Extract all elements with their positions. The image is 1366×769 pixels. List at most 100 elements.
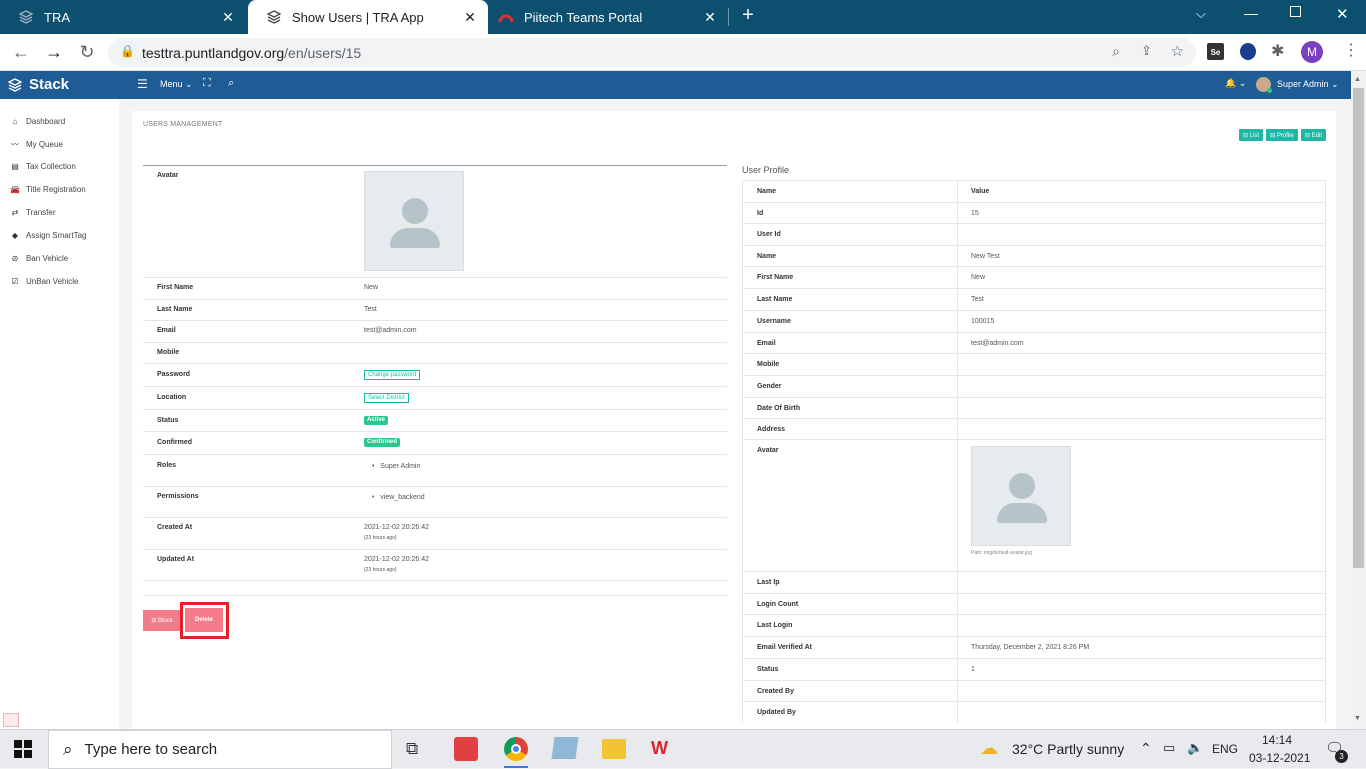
- bookmark-star-icon[interactable]: ☆: [1171, 42, 1184, 60]
- profile-button[interactable]: ⊟ Profile: [1266, 129, 1298, 141]
- menu-label: Menu: [160, 79, 183, 89]
- tray-chevron-up-icon[interactable]: ⌃: [1140, 740, 1152, 757]
- kebab-menu-icon[interactable]: ⋮: [1343, 40, 1359, 60]
- chevron-down-icon[interactable]: ⌵: [1196, 6, 1206, 22]
- sidebar-item-tax-collection[interactable]: ▤ Tax Collection: [0, 155, 119, 178]
- profile-row: Status 1: [742, 657, 1326, 680]
- sidebar-item-unban-vehicle[interactable]: ☑ UnBan Vehicle: [0, 270, 119, 293]
- profile-row: Created By: [742, 679, 1326, 702]
- clock-date[interactable]: 03-12-2021: [1249, 751, 1310, 765]
- location-label: Location: [157, 394, 187, 401]
- profile-row: Gender: [742, 374, 1326, 397]
- sidebar-item-title-registration[interactable]: 🚘 Title Registration: [0, 178, 119, 201]
- user-profile-heading: User Profile: [742, 165, 790, 175]
- profile-row-name: Gender: [757, 382, 782, 390]
- share-icon[interactable]: ⇪: [1141, 43, 1152, 59]
- battery-icon[interactable]: ▭: [1163, 740, 1175, 756]
- profile-row-value: Thursday, December 2, 2021 8:26 PM: [971, 644, 1090, 652]
- roles-label: Roles: [157, 462, 177, 469]
- close-icon[interactable]: ✕: [702, 9, 718, 26]
- tab-show-users[interactable]: Show Users | TRA App ✕: [248, 0, 488, 34]
- chrome-icon[interactable]: [504, 737, 528, 761]
- profile-row: Updated By: [742, 701, 1326, 724]
- forward-icon[interactable]: →: [43, 42, 65, 63]
- hamburger-icon[interactable]: ☰: [137, 77, 148, 91]
- brand[interactable]: Stack: [8, 76, 69, 93]
- fullscreen-icon[interactable]: ⛶: [203, 77, 211, 90]
- edit-button[interactable]: ⊟ Edit: [1301, 129, 1326, 141]
- profile-avatar[interactable]: M: [1301, 41, 1323, 63]
- delete-button[interactable]: Delete: [185, 608, 223, 632]
- check-square-icon: ☑: [11, 277, 19, 286]
- tab-piitech[interactable]: Piitech Teams Portal ✕: [488, 0, 728, 34]
- back-icon[interactable]: ←: [10, 42, 32, 63]
- window-close-icon[interactable]: ✕: [1336, 5, 1349, 23]
- updated-ago: (23 hours ago): [364, 567, 397, 573]
- block-button[interactable]: ⊟ Block: [143, 610, 181, 631]
- sidebar-item-my-queue[interactable]: 〰 My Queue: [0, 133, 119, 156]
- search-icon: ⌕: [63, 739, 73, 759]
- profile-row-value: 15: [971, 210, 979, 217]
- scrollbar-thumb[interactable]: [1353, 88, 1364, 568]
- profile-row-name: Status: [757, 665, 779, 673]
- puzzle-extensions-icon[interactable]: ✱: [1271, 41, 1284, 61]
- language-indicator[interactable]: ENG: [1212, 742, 1238, 756]
- volume-icon[interactable]: 🔈: [1187, 740, 1203, 756]
- page-scrollbar[interactable]: ▲ ▼: [1351, 71, 1366, 729]
- windows-start-icon[interactable]: [14, 740, 32, 758]
- sidebar-item-dashboard[interactable]: ⌂ Dashboard: [0, 110, 119, 133]
- restore-icon[interactable]: [1290, 6, 1301, 17]
- breadcrumb: USERS MANAGEMENT: [143, 121, 223, 128]
- profile-row-name: Mobile: [757, 361, 780, 369]
- profile-row-name: Name: [757, 252, 777, 260]
- minimize-icon[interactable]: —: [1244, 5, 1258, 21]
- password-label: Password: [157, 371, 191, 378]
- zoom-icon[interactable]: ⌕: [1112, 43, 1120, 60]
- file-explorer-icon[interactable]: [602, 739, 626, 759]
- sidebar-item-ban-vehicle[interactable]: ⊘ Ban Vehicle: [0, 247, 119, 270]
- weather-text[interactable]: 32°C Partly sunny: [1012, 741, 1124, 757]
- profile-row-name: Login Count: [757, 600, 799, 608]
- url-host: testtra.puntlandgov.org: [142, 44, 285, 61]
- profile-row: Login Count: [742, 592, 1326, 615]
- url-bar[interactable]: 🔒 testtra.puntlandgov.org/en/users/15 ⌕ …: [108, 38, 1196, 67]
- tag-icon: ◆: [11, 231, 19, 240]
- profile-row-value: New: [971, 274, 986, 282]
- new-tab-icon[interactable]: +: [738, 4, 758, 27]
- notification-bell-icon[interactable]: 🔔 ⌄: [1225, 78, 1246, 89]
- profile-row: Username 100015: [742, 309, 1326, 332]
- close-icon[interactable]: ✕: [462, 9, 478, 26]
- notepad-icon[interactable]: [551, 737, 579, 759]
- taskbar-search-input[interactable]: ⌕ Type here to search: [48, 730, 392, 769]
- list-button[interactable]: ⊟ List: [1239, 129, 1263, 141]
- profile-row: Last Ip: [742, 571, 1326, 593]
- profile-row-name: Last Ip: [757, 579, 780, 586]
- tab-tra[interactable]: TRA ✕: [0, 0, 246, 34]
- address-toolbar: ← → ↻ 🔒 testtra.puntlandgov.org/en/users…: [0, 34, 1366, 71]
- status-label: Status: [157, 417, 179, 424]
- wps-office-icon[interactable]: W: [651, 738, 668, 759]
- clock-time[interactable]: 14:14: [1262, 733, 1292, 747]
- profile-row: Last Name Test: [742, 288, 1326, 311]
- change-password-button[interactable]: Change password: [364, 370, 421, 380]
- confirmed-badge: Confirmed: [364, 438, 400, 447]
- select-district-button[interactable]: Select District: [364, 393, 409, 403]
- tab-title: TRA: [44, 9, 70, 25]
- search-icon[interactable]: ⌕: [228, 77, 234, 90]
- last-name-label: Last Name: [157, 306, 193, 313]
- selenium-extension-icon[interactable]: Se: [1207, 43, 1224, 60]
- close-icon[interactable]: ✕: [220, 9, 236, 26]
- user-menu[interactable]: Super Admin ⌄: [1277, 79, 1339, 90]
- status-badge: Active: [364, 416, 389, 425]
- menu-dropdown[interactable]: Menu ⌄: [160, 79, 193, 90]
- reload-icon[interactable]: ↻: [76, 42, 98, 63]
- shield-extension-icon[interactable]: [1240, 43, 1256, 60]
- app-icon-red[interactable]: [454, 737, 478, 761]
- task-view-icon[interactable]: ⧉: [406, 739, 418, 759]
- debug-toolbar-icon[interactable]: [3, 713, 19, 727]
- sidebar-item-transfer[interactable]: ⇄ Transfer: [0, 201, 119, 224]
- profile-row: Address: [742, 418, 1326, 441]
- sidebar-item-assign-smarttag[interactable]: ◆ Assign SmartTag: [0, 224, 119, 247]
- profile-row-name: Address: [757, 426, 786, 434]
- piitech-logo-icon: [498, 9, 514, 25]
